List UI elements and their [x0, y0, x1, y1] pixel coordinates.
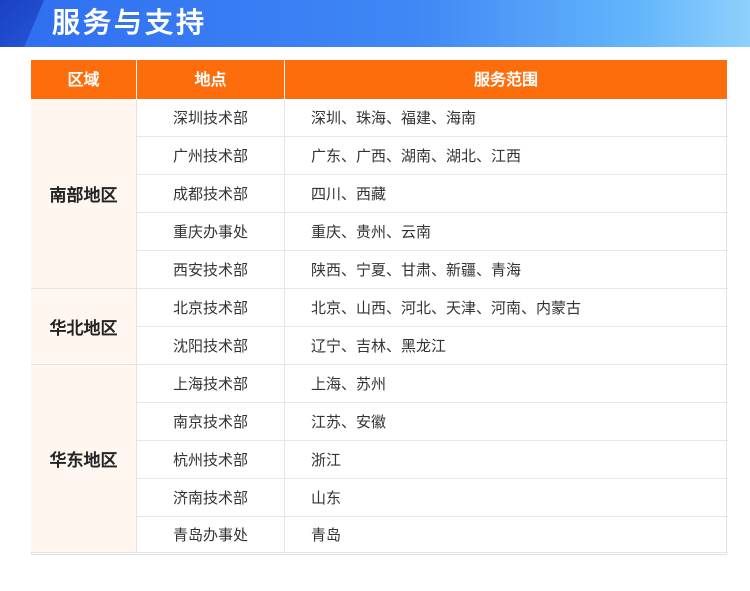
location-cell: 青岛办事处 [137, 517, 285, 552]
service-cell: 广东、广西、湖南、湖北、江西 [311, 147, 522, 165]
header-location: 地点 [137, 60, 285, 99]
table-row: 深圳技术部 深圳、珠海、福建、海南 [137, 99, 728, 137]
region-cell: 华东地区 [31, 365, 137, 553]
service-cell: 江苏、安徽 [311, 413, 387, 431]
table-header: 区域 地点 服务范围 [31, 60, 727, 99]
table-row: 南京技术部 江苏、安徽 [137, 403, 728, 441]
service-cell: 重庆、贵州、云南 [311, 223, 432, 241]
location-cell: 广州技术部 [137, 137, 285, 174]
location-cell: 北京技术部 [137, 289, 285, 326]
header-region: 区域 [31, 60, 137, 99]
table-row: 西安技术部 陕西、宁夏、甘肃、新疆、青海 [137, 251, 728, 289]
region-cell: 南部地区 [31, 99, 137, 289]
service-cell: 青岛 [311, 526, 342, 544]
service-cell: 浙江 [311, 451, 342, 469]
service-cell: 上海、苏州 [311, 375, 387, 393]
service-cell: 陕西、宁夏、甘肃、新疆、青海 [311, 261, 522, 279]
location-cell: 上海技术部 [137, 365, 285, 402]
table-row: 成都技术部 四川、西藏 [137, 175, 728, 213]
table-row: 重庆办事处 重庆、贵州、云南 [137, 213, 728, 251]
section-banner: 服务与支持 [0, 0, 750, 47]
table-row: 青岛办事处 青岛 [137, 517, 728, 553]
service-cell: 深圳、珠海、福建、海南 [311, 109, 477, 127]
table-row: 上海技术部 上海、苏州 [137, 365, 728, 403]
table-row: 沈阳技术部 辽宁、吉林、黑龙江 [137, 327, 728, 365]
service-table: 区域 地点 服务范围 深圳技术部 深圳、珠海、福建、海南广州技术部 广东、广西、湖南… [31, 60, 728, 555]
service-cell: 四川、西藏 [311, 185, 387, 203]
banner-accent [0, 0, 44, 47]
location-cell: 深圳技术部 [137, 99, 285, 136]
table-row: 北京技术部 北京、山西、河北、天津、河南、内蒙古 [137, 289, 728, 327]
table-row: 广州技术部 广东、广西、湖南、湖北、江西 [137, 137, 728, 175]
table-row: 济南技术部 山东 [137, 479, 728, 517]
region-cell: 华北地区 [31, 289, 137, 365]
service-cell: 辽宁、吉林、黑龙江 [311, 337, 447, 355]
location-cell: 重庆办事处 [137, 213, 285, 250]
location-cell: 成都技术部 [137, 175, 285, 212]
location-cell: 杭州技术部 [137, 441, 285, 478]
location-cell: 沈阳技术部 [137, 327, 285, 364]
location-cell: 南京技术部 [137, 403, 285, 440]
header-service: 服务范围 [473, 70, 538, 89]
location-cell: 济南技术部 [137, 479, 285, 516]
location-cell: 西安技术部 [137, 251, 285, 288]
service-cell: 山东 [311, 489, 342, 507]
section-title: 服务与支持 [52, 6, 208, 39]
service-cell: 北京、山西、河北、天津、河南、内蒙古 [311, 299, 582, 317]
table-row: 杭州技术部 浙江 [137, 441, 728, 479]
